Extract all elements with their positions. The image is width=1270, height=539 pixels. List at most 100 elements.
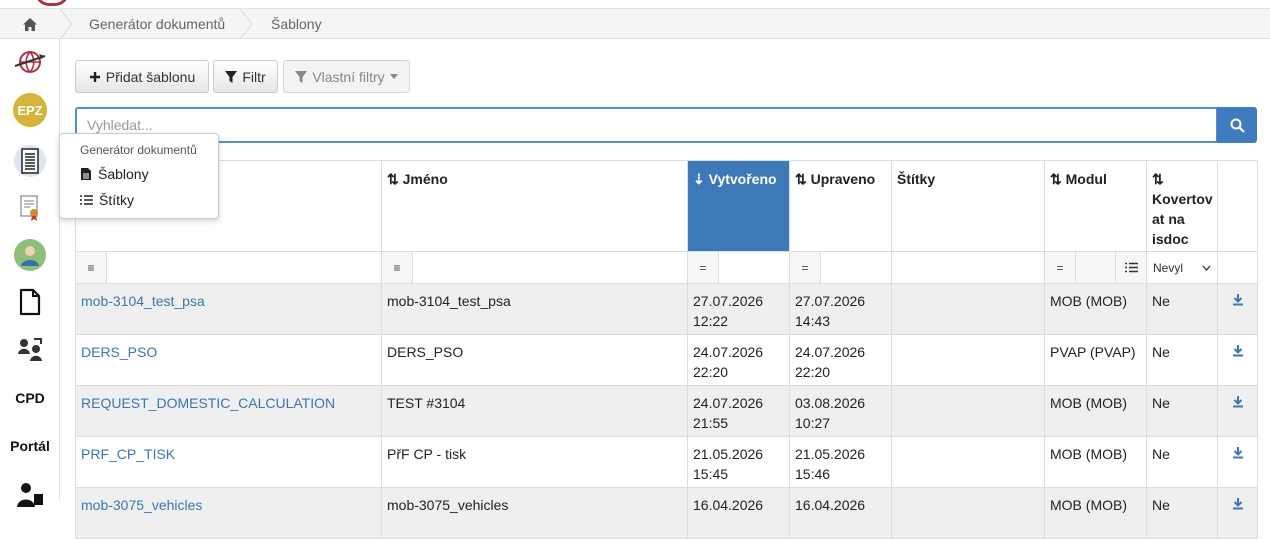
caret-down-icon <box>389 74 398 79</box>
filter-operator-button[interactable]: = <box>790 252 821 283</box>
search-button[interactable] <box>1217 107 1257 143</box>
template-convert: Ne <box>1152 395 1170 411</box>
sort-icon: ⇅ <box>795 171 807 187</box>
column-header-label: Kovertov at na isdoc <box>1152 191 1213 247</box>
sidebar: EPZ CPD Portál <box>0 39 60 507</box>
breadcrumb-templates: Šablony <box>271 16 322 32</box>
popover-item-tags[interactable]: Štítky <box>80 192 134 208</box>
updated-date: 16.04.2026 <box>795 497 866 513</box>
created-date: 16.04.2026 <box>693 497 764 513</box>
sidebar-item-admin[interactable] <box>10 474 50 514</box>
template-convert: Ne <box>1152 293 1170 309</box>
updated-date: 21.05.2026 <box>795 446 866 462</box>
sidebar-item-certificate[interactable] <box>10 188 50 228</box>
download-button[interactable] <box>1223 393 1252 408</box>
filter-name-input[interactable] <box>413 252 687 283</box>
download-button[interactable] <box>1223 495 1252 510</box>
user-group-icon <box>14 239 46 271</box>
filter-icon <box>295 70 308 83</box>
download-button[interactable] <box>1223 342 1252 357</box>
chevron-down-icon <box>1202 265 1211 271</box>
filter-label: Filtr <box>242 68 266 85</box>
custom-filters-dropdown[interactable]: Vlastní filtry <box>283 60 410 93</box>
filter-operator-button[interactable]: ≡ <box>382 252 413 283</box>
template-convert: Ne <box>1152 446 1170 462</box>
filter-module-input[interactable] <box>1076 252 1115 283</box>
column-header-label: Štítky <box>897 171 936 187</box>
template-name: DERS_PSO <box>387 344 464 360</box>
table-header-row: ⇅ Jméno ⇣ Vytvořeno ⇅ Upraveno Štítky ⇅ … <box>75 160 1258 252</box>
created-time: 22:20 <box>693 364 729 380</box>
template-name: TEST #3104 <box>387 395 466 411</box>
filter-created-input[interactable] <box>719 252 789 283</box>
template-module: MOB (MOB) <box>1050 446 1127 462</box>
column-header-convert[interactable]: ⇅ Kovertov at na isdoc <box>1146 160 1218 252</box>
sidebar-item-cpd[interactable]: CPD <box>10 378 50 418</box>
search-input[interactable] <box>75 107 1218 143</box>
popover-item-templates[interactable]: Šablony <box>80 166 149 182</box>
filter-code-input[interactable] <box>107 252 381 283</box>
filter-operator-button[interactable]: = <box>1045 252 1076 283</box>
filter-module-list-button[interactable] <box>1115 252 1146 283</box>
sidebar-item-globe[interactable] <box>10 42 50 82</box>
updated-time: 22:20 <box>795 364 831 380</box>
sidebar-item-epz[interactable]: EPZ <box>10 90 50 130</box>
document-generator-icon <box>14 145 46 177</box>
filter-operator-button[interactable]: ≡ <box>76 252 107 283</box>
updated-time: 14:43 <box>795 313 831 329</box>
people-transfer-icon <box>18 338 42 361</box>
table-row: REQUEST_DOMESTIC_CALCULATION TEST #3104 … <box>75 385 1258 437</box>
column-header-module[interactable]: ⇅ Modul <box>1044 160 1147 252</box>
certificate-icon <box>20 195 38 221</box>
sidebar-item-users[interactable] <box>10 235 50 275</box>
template-name: mob-3104_test_psa <box>387 293 511 309</box>
template-convert: Ne <box>1152 497 1170 513</box>
breadcrumb-generator[interactable]: Generátor dokumentů <box>89 9 225 39</box>
template-code-link[interactable]: PRF_CP_TISK <box>81 446 175 462</box>
column-header-label: Jméno <box>402 171 448 187</box>
search-icon <box>1230 118 1245 133</box>
home-button[interactable] <box>0 9 60 39</box>
updated-date: 03.08.2026 <box>795 395 866 411</box>
sidebar-item-file[interactable] <box>10 282 50 322</box>
sidebar-item-transfer[interactable] <box>10 330 50 370</box>
sort-icon: ⇅ <box>1152 171 1164 187</box>
updated-time: 15:46 <box>795 466 831 482</box>
download-icon <box>1232 396 1243 408</box>
template-name: PřF CP - tisk <box>387 446 467 462</box>
updated-date: 24.07.2026 <box>795 344 866 360</box>
table-row: mob-3104_test_psa mob-3104_test_psa 27.0… <box>75 283 1258 335</box>
file-icon <box>19 288 41 316</box>
custom-filters-label: Vlastní filtry <box>312 68 385 85</box>
column-header-name[interactable]: ⇅ Jméno <box>381 160 688 252</box>
add-template-button[interactable]: Přidat šablonu <box>75 60 209 93</box>
created-date: 24.07.2026 <box>693 395 764 411</box>
filter-convert-select[interactable]: Nevyl <box>1147 252 1217 283</box>
template-code-link[interactable]: mob-3075_vehicles <box>81 497 202 513</box>
cpd-label: CPD <box>15 390 45 406</box>
column-header-created[interactable]: ⇣ Vytvořeno <box>687 160 790 252</box>
popover-item-label: Štítky <box>99 192 135 208</box>
filter-updated-input[interactable] <box>821 252 891 283</box>
filter-operator-button[interactable]: = <box>688 252 719 283</box>
app-logo[interactable] <box>35 0 69 6</box>
template-code-link[interactable]: REQUEST_DOMESTIC_CALCULATION <box>81 395 335 411</box>
download-button[interactable] <box>1223 291 1252 306</box>
top-strip <box>0 0 1270 9</box>
updated-date: 27.07.2026 <box>795 293 866 309</box>
sidebar-item-portal[interactable]: Portál <box>5 426 55 466</box>
sort-icon: ⇅ <box>387 171 399 187</box>
column-header-label: Vytvořeno <box>708 171 777 187</box>
created-date: 24.07.2026 <box>693 344 764 360</box>
filter-actions-cell <box>1217 251 1258 284</box>
filter-button[interactable]: Filtr <box>213 60 278 93</box>
column-header-label: Upraveno <box>810 171 876 187</box>
plus-icon <box>89 71 100 82</box>
template-code-link[interactable]: DERS_PSO <box>81 344 157 360</box>
popover-title: Generátor dokumentů <box>80 143 197 157</box>
download-button[interactable] <box>1223 444 1252 459</box>
template-code-link[interactable]: mob-3104_test_psa <box>81 293 205 309</box>
breadcrumb: Generátor dokumentů Šablony <box>0 9 1270 39</box>
sidebar-item-documents[interactable] <box>10 141 50 181</box>
column-header-updated[interactable]: ⇅ Upraveno <box>789 160 892 252</box>
